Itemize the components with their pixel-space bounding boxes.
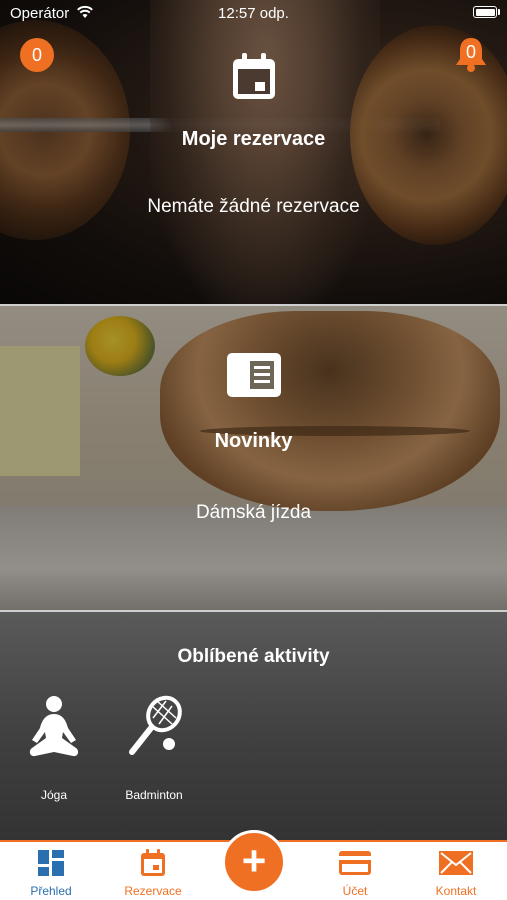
tab-kontakt[interactable]: Kontakt: [411, 848, 501, 898]
calendar-icon: [108, 848, 198, 878]
tab-label: Účet: [342, 884, 368, 898]
yoga-icon: [29, 696, 79, 757]
tab-ucet[interactable]: Účet: [310, 848, 400, 898]
tab-prehled[interactable]: Přehled: [6, 848, 96, 898]
divider: [0, 304, 507, 306]
news-text[interactable]: Dámská jízda: [0, 502, 507, 524]
notification-count: 0: [465, 42, 476, 62]
tab-rezervace[interactable]: Rezervace: [108, 848, 198, 898]
activity-label: Jóga: [40, 788, 68, 802]
credit-card-icon: [310, 848, 400, 878]
left-counter-badge[interactable]: 0: [20, 38, 54, 72]
tab-label: Kontakt: [435, 884, 477, 898]
status-bar: Operátor 12:57 odp.: [0, 0, 507, 28]
news-title: Novinky: [214, 430, 293, 452]
favorite-activities-title: Oblíbené aktivity: [177, 646, 330, 667]
clock: 12:57 odp.: [218, 5, 289, 22]
dashboard-icon: [6, 848, 96, 878]
activity-label: Badminton: [125, 788, 183, 802]
battery-icon: [473, 6, 497, 18]
calendar-icon: [0, 52, 507, 107]
envelope-icon: [411, 848, 501, 878]
newspaper-icon: [0, 352, 507, 403]
add-button[interactable]: +: [222, 830, 286, 894]
reservations-title: Moje rezervace: [181, 128, 326, 150]
notification-bell-icon[interactable]: 0: [451, 34, 491, 74]
racket-icon: [129, 695, 182, 755]
activity-badminton[interactable]: Badminton: [114, 694, 194, 802]
activity-yoga[interactable]: Jóga: [14, 694, 94, 802]
divider: [0, 610, 507, 612]
reservations-panel[interactable]: [0, 0, 507, 304]
tab-label: Rezervace: [124, 884, 182, 898]
reservations-text: Nemáte žádné rezervace: [147, 196, 360, 217]
favorite-activities-panel: Oblíbené aktivity Jóga Badminton: [0, 612, 507, 840]
tab-label: Přehled: [30, 884, 72, 898]
app-screen: Operátor 12:57 odp. 0 0 Moje rezervace N…: [0, 0, 507, 900]
